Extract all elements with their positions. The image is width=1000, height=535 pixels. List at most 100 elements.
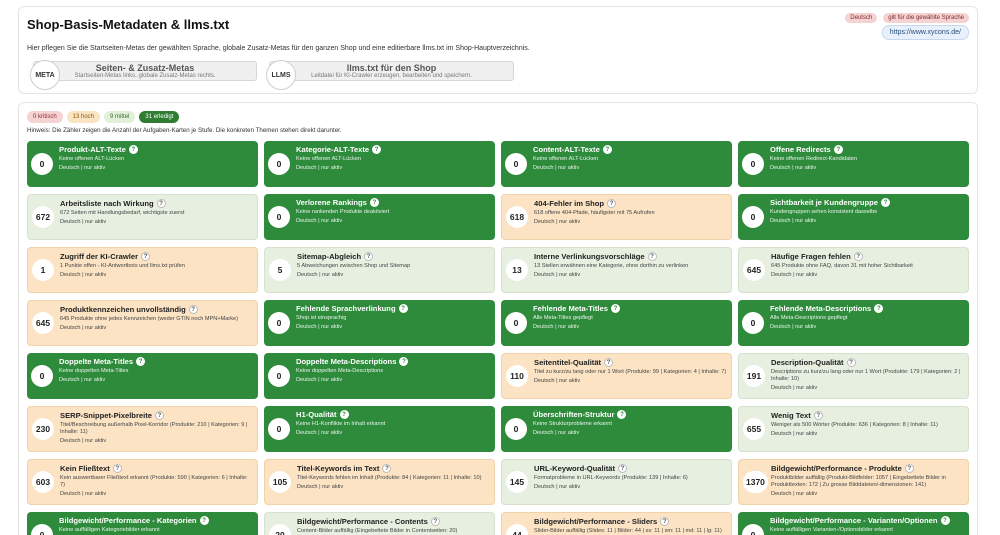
done-count-badge[interactable]: 31 erledigt <box>139 111 180 123</box>
llms-tool-subtitle: Leitdatei für KI-Crawler erzeugen, bearb… <box>311 73 472 79</box>
task-count: 0 <box>742 524 764 535</box>
help-icon[interactable]: ? <box>607 199 617 208</box>
task-card[interactable]: 0 Bildgewicht/Performance - Kategorien? Ke… <box>27 512 258 535</box>
help-icon[interactable]: ? <box>618 464 628 473</box>
summary-hint: Hinweis: Die Zähler zeigen die Anzahl de… <box>27 127 342 134</box>
task-card[interactable]: 105 Titel-Keywords im Text? Titel-Keywords… <box>264 459 495 505</box>
task-card[interactable]: 0 Fehlende Sprachverlinkung? Shop ist eins… <box>264 300 495 346</box>
task-card[interactable]: 1 Zugriff der KI-Crawler? 1 Punkte offen -… <box>27 247 258 293</box>
task-card[interactable]: 0 Doppelte Meta-Descriptions? Keine doppel… <box>264 353 495 399</box>
task-card[interactable]: 0 Kategorie-ALT-Texte? Keine offenen ALT-L… <box>264 141 495 187</box>
help-icon[interactable]: ? <box>604 358 614 367</box>
task-meta: Deutsch | nur aktiv <box>534 484 581 490</box>
help-icon[interactable]: ? <box>904 464 914 473</box>
task-title: Bildgewicht/Performance - Sliders <box>534 517 658 526</box>
task-title: Description-Qualität <box>771 358 844 367</box>
help-icon[interactable]: ? <box>853 252 863 261</box>
task-title: Offene Redirects <box>770 145 831 154</box>
task-card[interactable]: 0 Sichtbarkeit je Kundengruppe? Kundengrup… <box>738 194 969 240</box>
help-icon[interactable]: ? <box>364 252 374 261</box>
help-icon[interactable]: ? <box>399 357 409 366</box>
help-icon[interactable]: ? <box>940 516 950 525</box>
task-card[interactable]: 603 Kein Fließtext? Kein auswertbarer Flie… <box>27 459 258 505</box>
task-description: 645 Produkte ohne FAQ, davon 31 mit hohe… <box>771 263 913 269</box>
task-card[interactable]: 5 Sitemap-Abgleich? 5 Abweichungen zwische… <box>264 247 495 293</box>
task-count: 1370 <box>743 471 768 493</box>
task-card[interactable]: 13 Interne Verlinkungsvorschläge? 13 Stell… <box>501 247 732 293</box>
task-count: 645 <box>743 259 765 281</box>
critical-count-badge[interactable]: 0 kritisch <box>27 111 63 123</box>
task-card[interactable]: 0 Verlorene Rankings? Keine rankenden Prod… <box>264 194 495 240</box>
help-icon[interactable]: ? <box>398 304 408 313</box>
task-card[interactable]: 110 Seitentitel-Qualität? Titel zu kurz/zu… <box>501 353 732 399</box>
help-icon[interactable]: ? <box>128 145 138 154</box>
help-icon[interactable]: ? <box>156 199 166 208</box>
help-icon[interactable]: ? <box>372 145 382 154</box>
task-card[interactable]: 0 Fehlende Meta-Descriptions? Alle Meta-De… <box>738 300 969 346</box>
help-icon[interactable]: ? <box>199 516 209 525</box>
task-card[interactable]: 0 Bildgewicht/Performance - Varianten/Opt… <box>738 512 969 535</box>
task-meta: Deutsch | nur aktiv <box>60 438 107 444</box>
help-icon[interactable]: ? <box>430 517 440 526</box>
meta-tool-button[interactable]: META Seiten- & Zusatz-Metas Startseiten-… <box>30 60 257 90</box>
task-count: 0 <box>505 312 527 334</box>
task-card[interactable]: 44 Bildgewicht/Performance - Sliders? Slid… <box>501 512 732 535</box>
task-title: Zugriff der KI-Crawler <box>60 252 139 261</box>
task-card[interactable]: 0 Überschriften-Struktur? Keine Strukturpr… <box>501 406 732 452</box>
task-card[interactable]: 191 Description-Qualität? Descriptions zu … <box>738 353 969 399</box>
task-title-row: Fehlende Meta-Titles? <box>533 304 728 313</box>
task-title-row: Bildgewicht/Performance - Sliders? <box>534 517 727 526</box>
task-meta: Deutsch | nur aktiv <box>296 377 343 383</box>
help-icon[interactable]: ? <box>881 198 891 207</box>
task-card[interactable]: 230 SERP-Snippet-Pixelbreite? Titel/Beschr… <box>27 406 258 452</box>
task-card[interactable]: 145 URL-Keyword-Qualität? Formatprobleme i… <box>501 459 732 505</box>
task-count: 603 <box>32 471 54 493</box>
llms-tool-button[interactable]: LLMS llms.txt für den Shop Leitdatei für… <box>266 60 514 90</box>
task-count: 145 <box>506 471 528 493</box>
task-card[interactable]: 645 Produktkennzeichen unvollständig? 645 … <box>27 300 258 346</box>
help-icon[interactable]: ? <box>610 304 620 313</box>
help-icon[interactable]: ? <box>647 252 657 261</box>
help-icon[interactable]: ? <box>846 358 856 367</box>
task-card[interactable]: 1370 Bildgewicht/Performance - Produkte? P… <box>738 459 969 505</box>
help-icon[interactable]: ? <box>136 357 146 366</box>
task-title: URL-Keyword-Qualität <box>534 464 616 473</box>
high-count-badge[interactable]: 13 hoch <box>66 111 101 123</box>
medium-count-badge[interactable]: 9 mittel <box>104 111 136 123</box>
help-icon[interactable]: ? <box>369 198 379 207</box>
task-card[interactable]: 672 Arbeitsliste nach Wirkung? 672 Seiten … <box>27 194 258 240</box>
help-icon[interactable]: ? <box>617 410 627 419</box>
task-card[interactable]: 655 Wenig Text? Weniger als 500 Wörter (Pr… <box>738 406 969 452</box>
task-card[interactable]: 0 Doppelte Meta-Titles? Keine doppelten Me… <box>27 353 258 399</box>
help-icon[interactable]: ? <box>833 145 843 154</box>
task-count: 655 <box>743 418 765 440</box>
help-icon[interactable]: ? <box>382 464 392 473</box>
help-icon[interactable]: ? <box>141 252 151 261</box>
task-title-row: Titel-Keywords im Text? <box>297 464 490 473</box>
help-icon[interactable]: ? <box>602 145 612 154</box>
task-card[interactable]: 20 Bildgewicht/Performance - Contents? Con… <box>264 512 495 535</box>
task-meta: Deutsch | nur aktiv <box>60 325 107 331</box>
task-title: 404-Fehler im Shop <box>534 199 605 208</box>
help-icon[interactable]: ? <box>188 305 198 314</box>
task-card[interactable]: 0 Produkt-ALT-Texte? Keine offenen ALT-Lüc… <box>27 141 258 187</box>
task-card[interactable]: 618 404-Fehler im Shop? 618 offene 404-Pfa… <box>501 194 732 240</box>
help-icon[interactable]: ? <box>339 410 349 419</box>
help-icon[interactable]: ? <box>660 517 670 526</box>
help-icon[interactable]: ? <box>874 304 884 313</box>
task-card[interactable]: 0 H1-Qualität? Keine H1-Konflikte im Inhal… <box>264 406 495 452</box>
task-description: Titel-Keywords fehlen im Inhalt (Produkt… <box>297 475 482 481</box>
task-title: Bildgewicht/Performance - Kategorien <box>59 516 197 525</box>
task-description: Weniger als 500 Wörter (Produkte: 636 | … <box>771 422 938 428</box>
task-card[interactable]: 0 Content-ALT-Texte? Keine offenen ALT-Lüc… <box>501 141 732 187</box>
task-meta: Deutsch | nur aktiv <box>59 377 106 383</box>
help-icon[interactable]: ? <box>112 464 122 473</box>
task-card[interactable]: 0 Offene Redirects? Keine offenen Redirect… <box>738 141 969 187</box>
help-icon[interactable]: ? <box>155 411 164 420</box>
task-title: Produkt-ALT-Texte <box>59 145 126 154</box>
task-title: SERP-Snippet-Pixelbreite <box>60 411 152 420</box>
help-icon[interactable]: ? <box>813 411 823 420</box>
shop-url-link[interactable]: https://www.xycons.de/ <box>881 25 969 40</box>
task-card[interactable]: 645 Häufige Fragen fehlen? 645 Produkte oh… <box>738 247 969 293</box>
task-card[interactable]: 0 Fehlende Meta-Titles? Alle Meta-Titles g… <box>501 300 732 346</box>
